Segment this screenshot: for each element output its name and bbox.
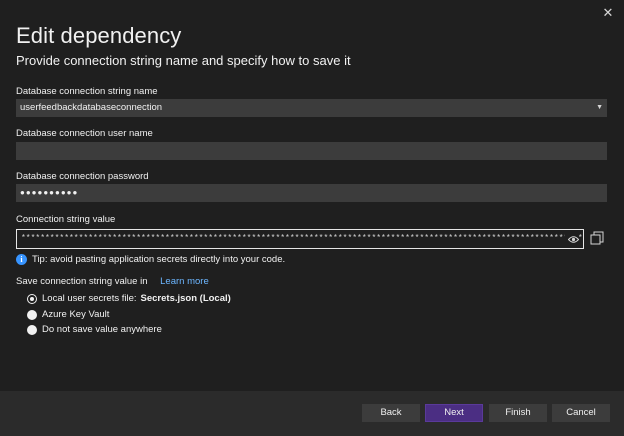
save-location-label: Save connection string value in (16, 276, 148, 287)
radio-label: Local user secrets file: (42, 293, 137, 304)
radio-button[interactable] (27, 324, 37, 335)
back-button[interactable]: Back (362, 404, 420, 422)
tip-row: i Tip: avoid pasting application secrets… (16, 254, 285, 265)
user-name-input[interactable] (16, 142, 607, 160)
radio-button-selected[interactable] (27, 293, 37, 304)
radio-azure-key-vault[interactable]: Azure Key Vault (27, 309, 109, 320)
radio-local-secrets[interactable]: Local user secrets file: Secrets.json (L… (27, 293, 231, 304)
radio-label: Azure Key Vault (42, 309, 110, 320)
user-name-label: Database connection user name (16, 128, 153, 139)
chevron-down-icon: ▼ (596, 104, 603, 111)
finish-button[interactable]: Finish (489, 404, 547, 422)
radio-do-not-save[interactable]: Do not save value anywhere (27, 324, 162, 335)
radio-value: Secrets.json (Local) (140, 293, 231, 304)
cancel-button[interactable]: Cancel (552, 404, 610, 422)
radio-button[interactable] (27, 309, 37, 320)
password-label: Database connection password (16, 171, 149, 182)
conn-value-text: ****************************************… (21, 234, 583, 243)
close-icon[interactable]: ✕ (600, 5, 616, 21)
info-icon: i (16, 254, 27, 265)
save-location-heading: Save connection string value in Learn mo… (16, 276, 209, 287)
conn-name-dropdown[interactable]: userfeedbackdatabaseconnection ▼ (16, 99, 607, 117)
conn-name-value: userfeedbackdatabaseconnection (20, 102, 163, 113)
dialog-title: Edit dependency (16, 23, 182, 48)
password-input[interactable]: ●●●●●●●●●● (16, 184, 607, 202)
conn-value-input[interactable]: ****************************************… (16, 229, 584, 249)
radio-label: Do not save value anywhere (42, 324, 162, 335)
dialog-subtitle: Provide connection string name and speci… (16, 53, 351, 68)
conn-value-label: Connection string value (16, 214, 116, 225)
copy-icon[interactable] (590, 231, 604, 250)
next-button[interactable]: Next (425, 404, 483, 422)
conn-name-label: Database connection string name (16, 86, 158, 97)
tip-text: Tip: avoid pasting application secrets d… (32, 254, 286, 265)
eye-icon[interactable] (565, 234, 580, 248)
learn-more-link[interactable]: Learn more (160, 276, 209, 287)
